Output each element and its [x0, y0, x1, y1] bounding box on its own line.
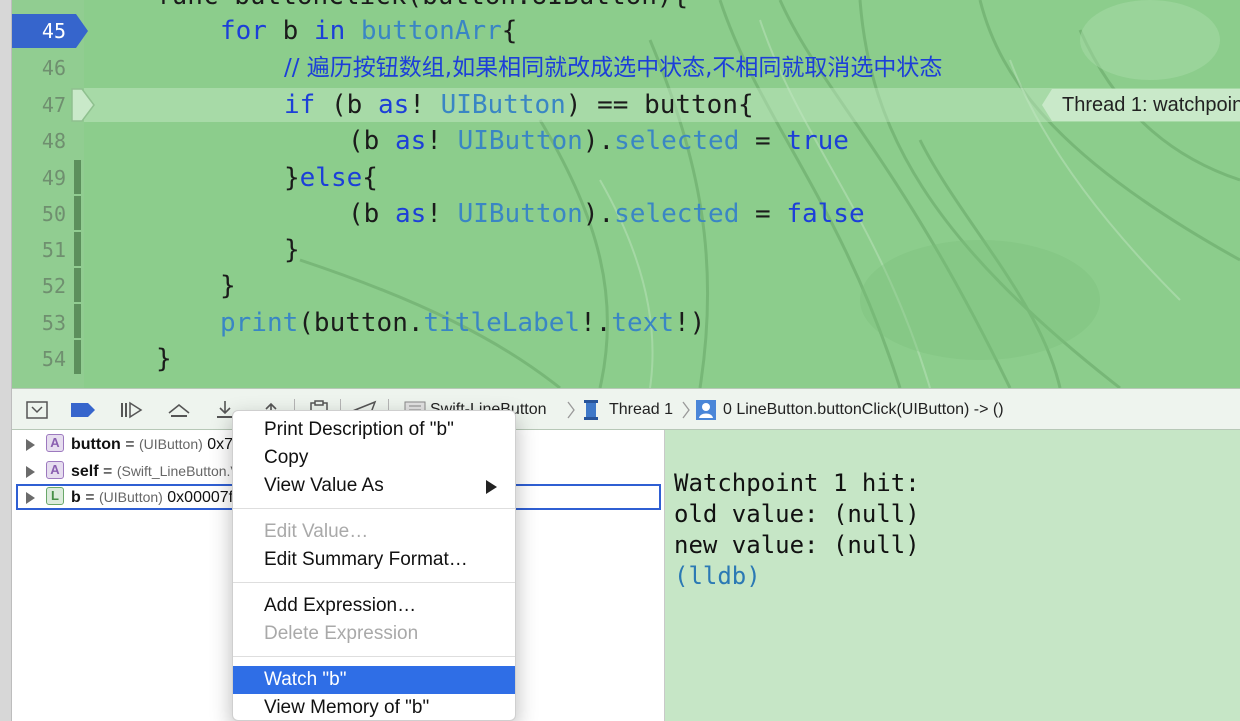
line-number: 51 — [41, 238, 66, 262]
menu-separator — [233, 582, 515, 583]
line-number: 52 — [41, 274, 66, 298]
hide-debug-area-button[interactable] — [24, 399, 50, 421]
line-number: 46 — [41, 56, 66, 80]
step-over-icon — [168, 403, 190, 417]
argument-badge: A — [46, 461, 64, 479]
code-text: } — [284, 235, 300, 265]
menu-separator — [233, 508, 515, 509]
menu-item-print-description[interactable]: Print Description of "b" — [233, 416, 515, 444]
lldb-prompt[interactable]: (lldb) — [674, 561, 1240, 592]
line-number: 49 — [41, 166, 66, 190]
variable-text: b = (UIButton) 0x00007fa1 — [71, 489, 251, 506]
code-line-46: 46 // 遍历按钮数组,如果相同就改成选中状态,不相同就取消选中状态 — [0, 50, 1240, 86]
thread-icon — [578, 399, 604, 421]
code-text: print(button.titleLabel!.text!) — [220, 308, 706, 338]
hide-debug-area-icon — [26, 401, 48, 419]
disclosure-triangle-icon[interactable] — [26, 439, 35, 451]
menu-separator — [233, 656, 515, 657]
code-line-51: 51 } — [0, 232, 1240, 268]
code-line-48: 48 (b as! UIButton).selected = true — [0, 123, 1240, 159]
menu-item-view-memory[interactable]: View Memory of "b" — [233, 694, 515, 721]
menu-item-delete-expression: Delete Expression — [264, 623, 419, 644]
chevron-right-icon — [682, 401, 690, 419]
code-text: }else{ — [284, 163, 378, 193]
console-line: new value: (null) — [674, 531, 920, 559]
code-text: for b in buttonArr{ — [220, 16, 518, 46]
code-text: (b as! UIButton).selected = false — [348, 199, 865, 229]
code-line-54: 54 } — [0, 341, 1240, 377]
thread-status-badge: Thread 1: watchpoint 1 — [1042, 89, 1240, 121]
code-line-52: 52 } — [0, 268, 1240, 304]
breadcrumb-frame[interactable]: 0 LineButton.buttonClick(UIButton) -> () — [723, 389, 1004, 431]
code-text: (b as! UIButton).selected = true — [348, 126, 849, 156]
local-badge: L — [46, 487, 64, 505]
code-line-49: 49 }else{ — [0, 160, 1240, 196]
chevron-right-icon — [567, 401, 575, 419]
context-menu: Print Description of "b" Copy View Value… — [232, 410, 516, 721]
line-number: 53 — [41, 311, 66, 335]
menu-item-copy[interactable]: Copy — [233, 444, 515, 472]
argument-badge: A — [46, 434, 64, 452]
disclosure-triangle-icon[interactable] — [26, 466, 35, 478]
debug-console[interactable]: Watchpoint 1 hit: old value: (null) new … — [666, 430, 1240, 721]
stack-frame-icon — [693, 399, 719, 421]
code-line-45: for b in buttonArr{ — [0, 13, 1240, 49]
menu-item-add-expression[interactable]: Add Expression… — [233, 592, 515, 620]
code-text: } — [156, 344, 172, 374]
breakpoints-toggle-button[interactable] — [70, 399, 96, 421]
code-text: if (b as! UIButton) == button{ — [284, 90, 754, 120]
navigator-edge — [0, 0, 12, 721]
debug-toolbar: Swift-LineButton Thread 1 0 LineButton.b… — [12, 388, 1240, 430]
code-comment: // 遍历按钮数组,如果相同就改成选中状态,不相同就取消选中状态 — [284, 55, 943, 81]
breakpoint-toggle-icon — [71, 403, 95, 417]
source-editor[interactable]: func buttonClick(button:UIButton){ 45 fo… — [0, 0, 1240, 388]
menu-item-edit-value: Edit Value… — [264, 521, 369, 542]
line-number: 47 — [41, 93, 66, 117]
menu-item-edit-summary-format[interactable]: Edit Summary Format… — [233, 546, 515, 574]
code-text: func buttonClick(button:UIButton){ — [156, 0, 688, 14]
code-text: } — [220, 271, 236, 301]
variable-text: button = (UIButton) 0x7fa1 — [71, 436, 255, 453]
thread-status-text: Thread 1: watchpoint 1 — [1062, 94, 1240, 116]
code-line-50: 50 (b as! UIButton).selected = false — [0, 196, 1240, 232]
breadcrumb-thread[interactable]: Thread 1 — [609, 389, 673, 431]
continue-icon — [121, 401, 143, 419]
submenu-arrow-icon — [486, 480, 497, 494]
console-line: Watchpoint 1 hit: — [674, 469, 920, 497]
continue-button[interactable] — [118, 399, 144, 421]
line-number: 48 — [41, 129, 66, 153]
step-over-button[interactable] — [166, 399, 192, 421]
code-line-53: 53 print(button.titleLabel!.text!) — [0, 305, 1240, 341]
code-line-44: func buttonClick(button:UIButton){ — [0, 0, 1240, 14]
disclosure-triangle-icon[interactable] — [26, 492, 35, 504]
menu-item-view-value-as[interactable]: View Value As — [233, 472, 515, 500]
menu-item-watch[interactable]: Watch "b" — [233, 666, 515, 694]
console-line: old value: (null) — [674, 500, 920, 528]
line-number: 50 — [41, 202, 66, 226]
line-number: 54 — [41, 347, 66, 371]
